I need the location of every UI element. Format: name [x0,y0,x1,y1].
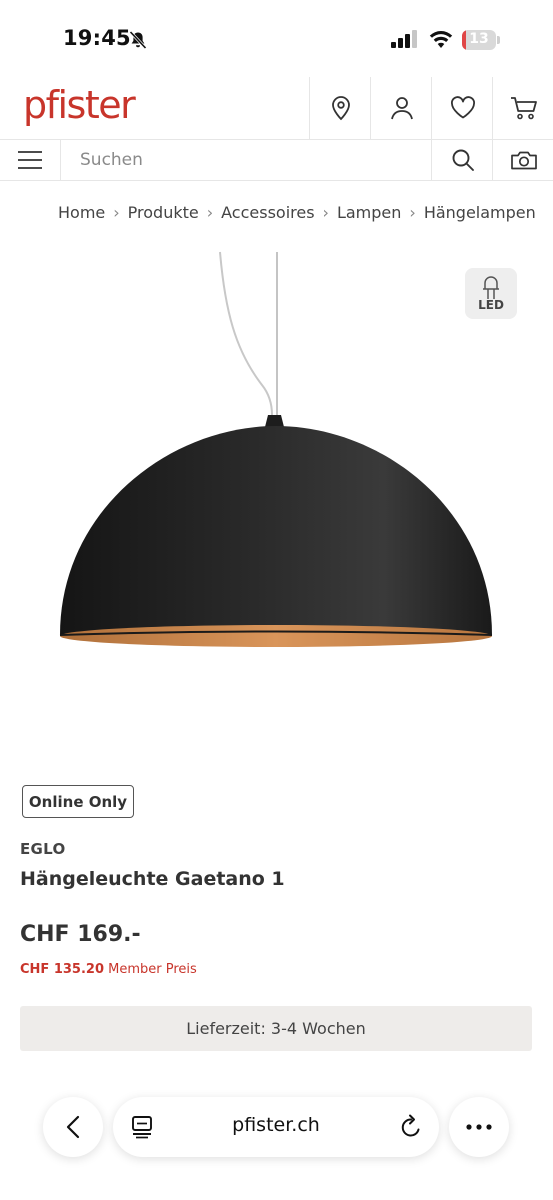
breadcrumb-produkte[interactable]: Produkte [128,203,199,222]
delivery-time: Lieferzeit: 3-4 Wochen [20,1006,532,1051]
search-input[interactable] [61,139,429,180]
user-icon [390,97,413,120]
heart-icon [450,96,475,119]
silent-mode-icon [128,30,148,54]
product-brand[interactable]: EGLO [20,840,66,858]
store-locator-button[interactable] [309,77,371,139]
product-title: Hängeleuchte Gaetano 1 [20,868,285,890]
search-button[interactable] [431,139,493,180]
cellular-signal-icon [391,30,421,54]
status-time: 19:45 [63,26,131,50]
hamburger-menu-icon [18,150,42,169]
url-text: pfister.ch [232,1114,320,1136]
cart-icon [510,97,537,120]
camera-icon [510,151,537,169]
battery-level: 13 [469,31,489,47]
breadcrumb-accessoires[interactable]: Accessoires [221,203,314,222]
account-button[interactable] [370,77,432,139]
chevron-right-icon: › [113,203,120,222]
wishlist-button[interactable] [431,77,493,139]
member-price: CHF 135.20 Member Preis [20,962,197,977]
member-price-label: Member Preis [108,962,197,977]
product-price: CHF 169.- [20,922,141,947]
chevron-left-icon [66,1115,80,1139]
menu-button[interactable] [0,139,61,180]
chevron-right-icon: › [322,203,329,222]
address-bar[interactable]: pfister.ch [113,1097,439,1157]
breadcrumb-lampen[interactable]: Lampen [337,203,401,222]
breadcrumb-haengelampen[interactable]: Hängelampen [424,203,536,222]
more-options-button[interactable] [449,1097,509,1157]
breadcrumb-home[interactable]: Home [58,203,105,222]
wifi-icon [429,29,453,53]
chevron-right-icon: › [409,203,416,222]
chevron-right-icon: › [206,203,214,222]
led-bulb-icon [483,275,499,299]
battery-nub [497,36,500,44]
cart-button[interactable] [492,77,553,139]
pfister-logo[interactable]: pfister [23,83,136,127]
led-badge: LED [465,268,517,319]
browser-back-button[interactable] [43,1097,103,1157]
led-label: LED [478,297,504,312]
ellipsis-icon [466,1124,492,1130]
location-pin-icon [331,96,350,121]
reload-icon[interactable] [399,1114,423,1140]
member-price-value: CHF 135.20 [20,962,104,977]
breadcrumb: Home › Produkte › Accessoires › Lampen ›… [58,203,536,222]
image-search-button[interactable] [492,139,553,180]
battery-indicator: 13 [462,30,496,50]
search-icon [452,149,474,171]
online-only-badge: Online Only [22,785,134,818]
